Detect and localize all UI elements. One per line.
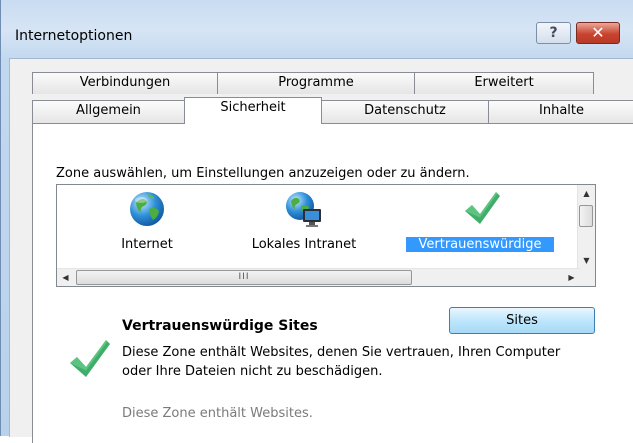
- tab-sicherheit[interactable]: Sicherheit: [184, 97, 322, 124]
- zone-detail-title: Vertrauenswürdige Sites: [122, 318, 318, 334]
- scrollbar-corner: [578, 269, 595, 286]
- scroll-down-arrow-icon[interactable]: ▼: [578, 252, 595, 269]
- zone-item-trusted[interactable]: Vertrauenswürdige: [406, 189, 556, 259]
- zone-item-intranet[interactable]: Lokales Intranet: [239, 189, 369, 259]
- zone-detail-description: Diese Zone enthält Websites, denen Sie v…: [122, 345, 561, 379]
- tab-allgemein[interactable]: Allgemein: [32, 100, 185, 123]
- zone-label-internet: Internet: [121, 237, 173, 252]
- client-area: Verbindungen Programme Erweitert Allgeme…: [9, 58, 633, 443]
- tab-verbindungen[interactable]: Verbindungen: [32, 72, 218, 94]
- title-bar[interactable]: Internetoptionen ? ✕: [1, 0, 633, 58]
- zone-label-intranet: Lokales Intranet: [251, 237, 357, 252]
- zone-item-internet[interactable]: Internet: [82, 189, 212, 259]
- intranet-globe-icon: [286, 192, 321, 227]
- zone-list[interactable]: Internet Lokales Intranet Vertrauenswürd…: [56, 184, 596, 287]
- sites-button[interactable]: Sites: [449, 307, 595, 334]
- zone-list-horizontal-scrollbar[interactable]: ◀ III ▶: [57, 268, 580, 286]
- horizontal-scroll-thumb[interactable]: III: [76, 270, 412, 285]
- dialog-window: Internetoptionen ? ✕ Verbindungen Progra…: [0, 0, 633, 443]
- window-title: Internetoptionen: [15, 28, 133, 44]
- zone-detail-more: Diese Zone enthält Websites.: [122, 406, 313, 421]
- tab-datenschutz[interactable]: Datenschutz: [321, 100, 489, 123]
- zone-label-trusted: Vertrauenswürdige: [406, 237, 554, 252]
- globe-icon: [130, 192, 164, 226]
- close-button[interactable]: ✕: [576, 22, 620, 44]
- tab-programme[interactable]: Programme: [217, 72, 415, 94]
- tab-inhalte[interactable]: Inhalte: [488, 100, 633, 123]
- checkmark-icon: [465, 192, 500, 224]
- help-button[interactable]: ?: [536, 22, 571, 44]
- scroll-up-arrow-icon[interactable]: ▲: [578, 185, 595, 202]
- zone-list-vertical-scrollbar[interactable]: ▲ ▼: [577, 185, 595, 269]
- tab-erweitert[interactable]: Erweitert: [414, 72, 594, 94]
- vertical-scroll-thumb[interactable]: [579, 205, 593, 227]
- zone-prompt: Zone auswählen, um Einstellungen anzuzei…: [56, 166, 470, 181]
- trusted-checkmark-icon: [70, 340, 110, 377]
- security-tab-panel: Zone auswählen, um Einstellungen anzuzei…: [32, 123, 633, 443]
- scroll-left-arrow-icon[interactable]: ◀: [57, 269, 74, 286]
